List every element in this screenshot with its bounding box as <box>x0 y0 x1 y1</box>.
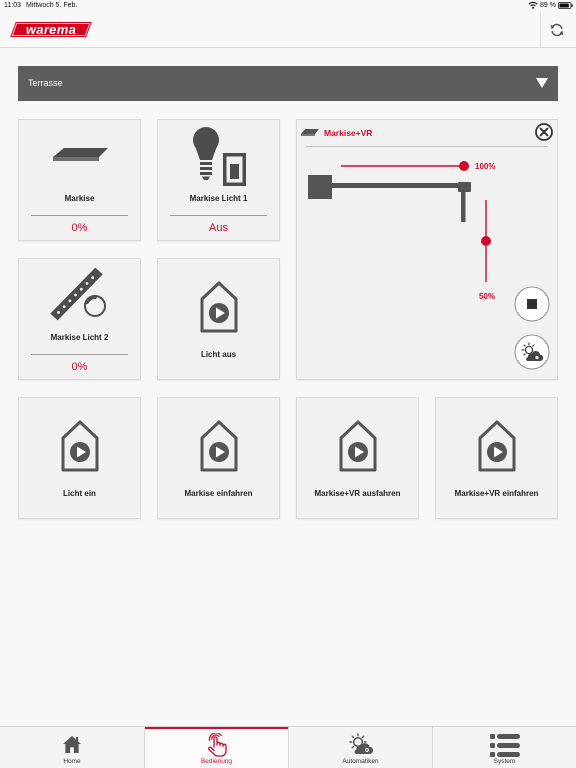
tile-scene-licht-ein[interactable]: Licht ein <box>18 397 141 519</box>
tab-label: Bedienung <box>200 758 233 765</box>
warema-logo: warema <box>10 22 92 37</box>
scene-play-icon <box>477 419 517 473</box>
tilted-awning-dial-icon <box>50 267 106 321</box>
stop-button[interactable] <box>514 286 550 322</box>
extension-value: 100% <box>475 162 496 171</box>
logo-text: warema <box>25 22 77 37</box>
tile-scene-markise-vr-einfahren[interactable]: Markise+VR einfahren <box>435 397 558 519</box>
tile-value: Aus <box>209 222 228 234</box>
room-select[interactable]: Terrasse <box>18 66 558 101</box>
tile-scene-markise-vr-ausfahren[interactable]: Markise+VR ausfahren <box>296 397 419 519</box>
hand-touch-icon <box>207 733 227 757</box>
tab-bar: Home Bedienung Automatiken System <box>0 726 576 768</box>
app-header: warema <box>0 12 576 48</box>
scene-play-icon <box>199 280 239 334</box>
tile-divider <box>31 215 128 216</box>
tab-label: System <box>493 758 516 765</box>
awning-icon <box>53 148 108 161</box>
tile-title: Markise Licht 1 <box>189 194 248 203</box>
valance-slider-thumb[interactable] <box>481 236 491 246</box>
wifi-icon <box>528 2 538 9</box>
battery-percent: 89 % <box>540 2 556 9</box>
tile-title: Markise Licht 2 <box>50 333 109 342</box>
tile-markise-licht-1[interactable]: Markise Licht 1 Aus <box>157 119 280 241</box>
tab-home[interactable]: Home <box>0 727 144 768</box>
tab-label: Automatiken <box>342 758 379 765</box>
tile-scene-licht-aus[interactable]: Licht aus <box>157 258 280 380</box>
status-time: 11:03 <box>4 2 21 9</box>
status-date: Mittwoch 5. Feb. <box>26 2 78 9</box>
tile-title: Markise+VR einfahren <box>454 489 539 498</box>
awning-illustration <box>308 175 471 222</box>
home-icon <box>62 735 82 754</box>
tile-markise-licht-2[interactable]: Markise Licht 2 0% <box>18 258 141 380</box>
tab-system[interactable]: System <box>432 727 576 768</box>
scene-play-icon <box>60 419 100 473</box>
tab-automatiken[interactable]: Automatiken <box>288 727 432 768</box>
extension-slider-thumb[interactable] <box>459 161 469 171</box>
scene-play-icon <box>199 419 239 473</box>
tile-value: 0% <box>71 222 88 234</box>
stop-icon <box>527 299 537 309</box>
tile-title: Markise+VR ausfahren <box>314 489 401 498</box>
tab-label: Home <box>63 758 81 765</box>
automation-button[interactable] <box>514 334 550 370</box>
tile-divider <box>31 354 128 355</box>
tile-markise[interactable]: Markise 0% <box>18 119 141 241</box>
tile-title: Markise <box>64 194 95 203</box>
tile-title: Licht aus <box>200 350 237 359</box>
list-icon <box>489 734 520 757</box>
control-panel-markise-vr: Markise+VR 100% 50% <box>296 119 558 380</box>
tile-value: 0% <box>71 361 88 373</box>
room-select-value: Terrasse <box>28 78 63 88</box>
tile-divider <box>170 215 267 216</box>
tile-title: Licht ein <box>63 489 96 498</box>
header-separator <box>540 12 541 47</box>
valance-value: 50% <box>478 292 495 301</box>
awning-icon <box>301 129 319 136</box>
tile-scene-markise-einfahren[interactable]: Markise einfahren <box>157 397 280 519</box>
tab-bedienung[interactable]: Bedienung <box>144 727 288 768</box>
bulb-switch-icon <box>193 127 246 186</box>
close-button[interactable] <box>535 123 553 141</box>
scene-play-icon <box>338 419 378 473</box>
tile-title: Markise einfahren <box>184 489 253 498</box>
caret-down-icon <box>536 78 548 88</box>
refresh-icon[interactable] <box>549 22 565 38</box>
sun-cloud-icon <box>348 733 373 755</box>
panel-title: Markise+VR <box>324 128 373 138</box>
battery-icon <box>558 1 573 9</box>
